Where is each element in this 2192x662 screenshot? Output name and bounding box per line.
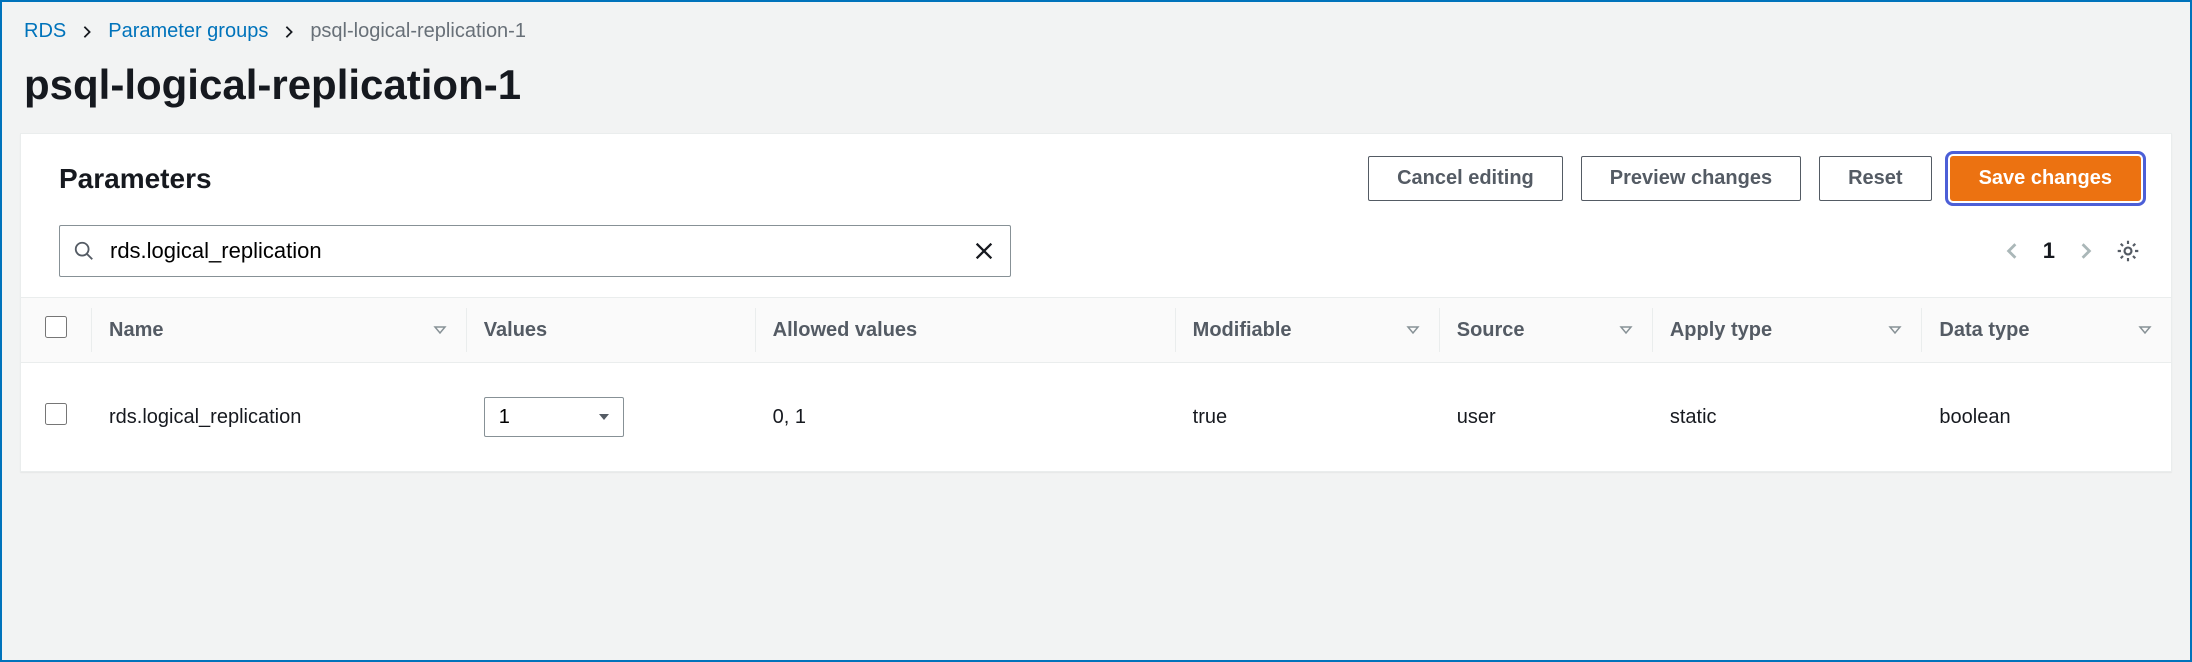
chevron-right-icon	[80, 25, 94, 39]
page-prev-button[interactable]	[2003, 242, 2021, 260]
save-changes-button[interactable]: Save changes	[1950, 156, 2141, 201]
page-next-button[interactable]	[2077, 242, 2095, 260]
cell-modifiable: true	[1175, 363, 1439, 472]
panel-title: Parameters	[59, 163, 212, 195]
page-number: 1	[2043, 238, 2055, 264]
select-all-header	[21, 298, 91, 363]
select-all-checkbox[interactable]	[45, 316, 67, 338]
column-data-type[interactable]: Data type	[1921, 298, 2171, 363]
row-checkbox[interactable]	[45, 403, 67, 425]
sort-icon	[1887, 322, 1903, 338]
search-icon	[73, 240, 95, 262]
pagination: 1	[2003, 238, 2095, 264]
column-source[interactable]: Source	[1439, 298, 1652, 363]
cell-data-type: boolean	[1921, 363, 2171, 472]
breadcrumb-current: psql-logical-replication-1	[310, 20, 526, 43]
column-modifiable[interactable]: Modifiable	[1175, 298, 1439, 363]
breadcrumb: RDS Parameter groups psql-logical-replic…	[2, 2, 2190, 51]
search-field	[59, 225, 1011, 277]
cancel-editing-button[interactable]: Cancel editing	[1368, 156, 1563, 201]
column-name[interactable]: Name	[91, 298, 466, 363]
breadcrumb-rds[interactable]: RDS	[24, 20, 66, 43]
column-data-type-label: Data type	[1939, 319, 2029, 342]
parameters-panel: Parameters Cancel editing Preview change…	[20, 133, 2172, 472]
breadcrumb-parameter-groups[interactable]: Parameter groups	[108, 20, 268, 43]
sort-icon	[432, 322, 448, 338]
preview-changes-button[interactable]: Preview changes	[1581, 156, 1801, 201]
settings-icon[interactable]	[2115, 238, 2141, 264]
cell-name: rds.logical_replication	[91, 363, 466, 472]
column-allowed[interactable]: Allowed values	[755, 298, 1175, 363]
table-row: rds.logical_replication 1 0, 1 true user…	[21, 363, 2171, 472]
cell-allowed: 0, 1	[755, 363, 1175, 472]
cell-apply-type: static	[1652, 363, 1922, 472]
column-apply-type-label: Apply type	[1670, 319, 1772, 342]
column-source-label: Source	[1457, 319, 1525, 342]
sort-icon	[1405, 322, 1421, 338]
parameters-table: Name Values Allowed values Modi	[21, 297, 2171, 471]
cell-values: 1	[466, 363, 755, 472]
cell-source: user	[1439, 363, 1652, 472]
column-allowed-label: Allowed values	[773, 319, 918, 342]
chevron-right-icon	[282, 25, 296, 39]
reset-button[interactable]: Reset	[1819, 156, 1931, 201]
sort-icon	[1618, 322, 1634, 338]
value-select[interactable]: 1	[484, 397, 624, 437]
page-title: psql-logical-replication-1	[2, 51, 2190, 133]
column-apply-type[interactable]: Apply type	[1652, 298, 1922, 363]
column-name-label: Name	[109, 319, 163, 342]
column-values-label: Values	[484, 319, 547, 342]
column-modifiable-label: Modifiable	[1193, 319, 1292, 342]
column-values[interactable]: Values	[466, 298, 755, 363]
clear-search-icon[interactable]	[973, 240, 995, 262]
sort-icon	[2137, 322, 2153, 338]
search-input[interactable]	[59, 225, 1011, 277]
